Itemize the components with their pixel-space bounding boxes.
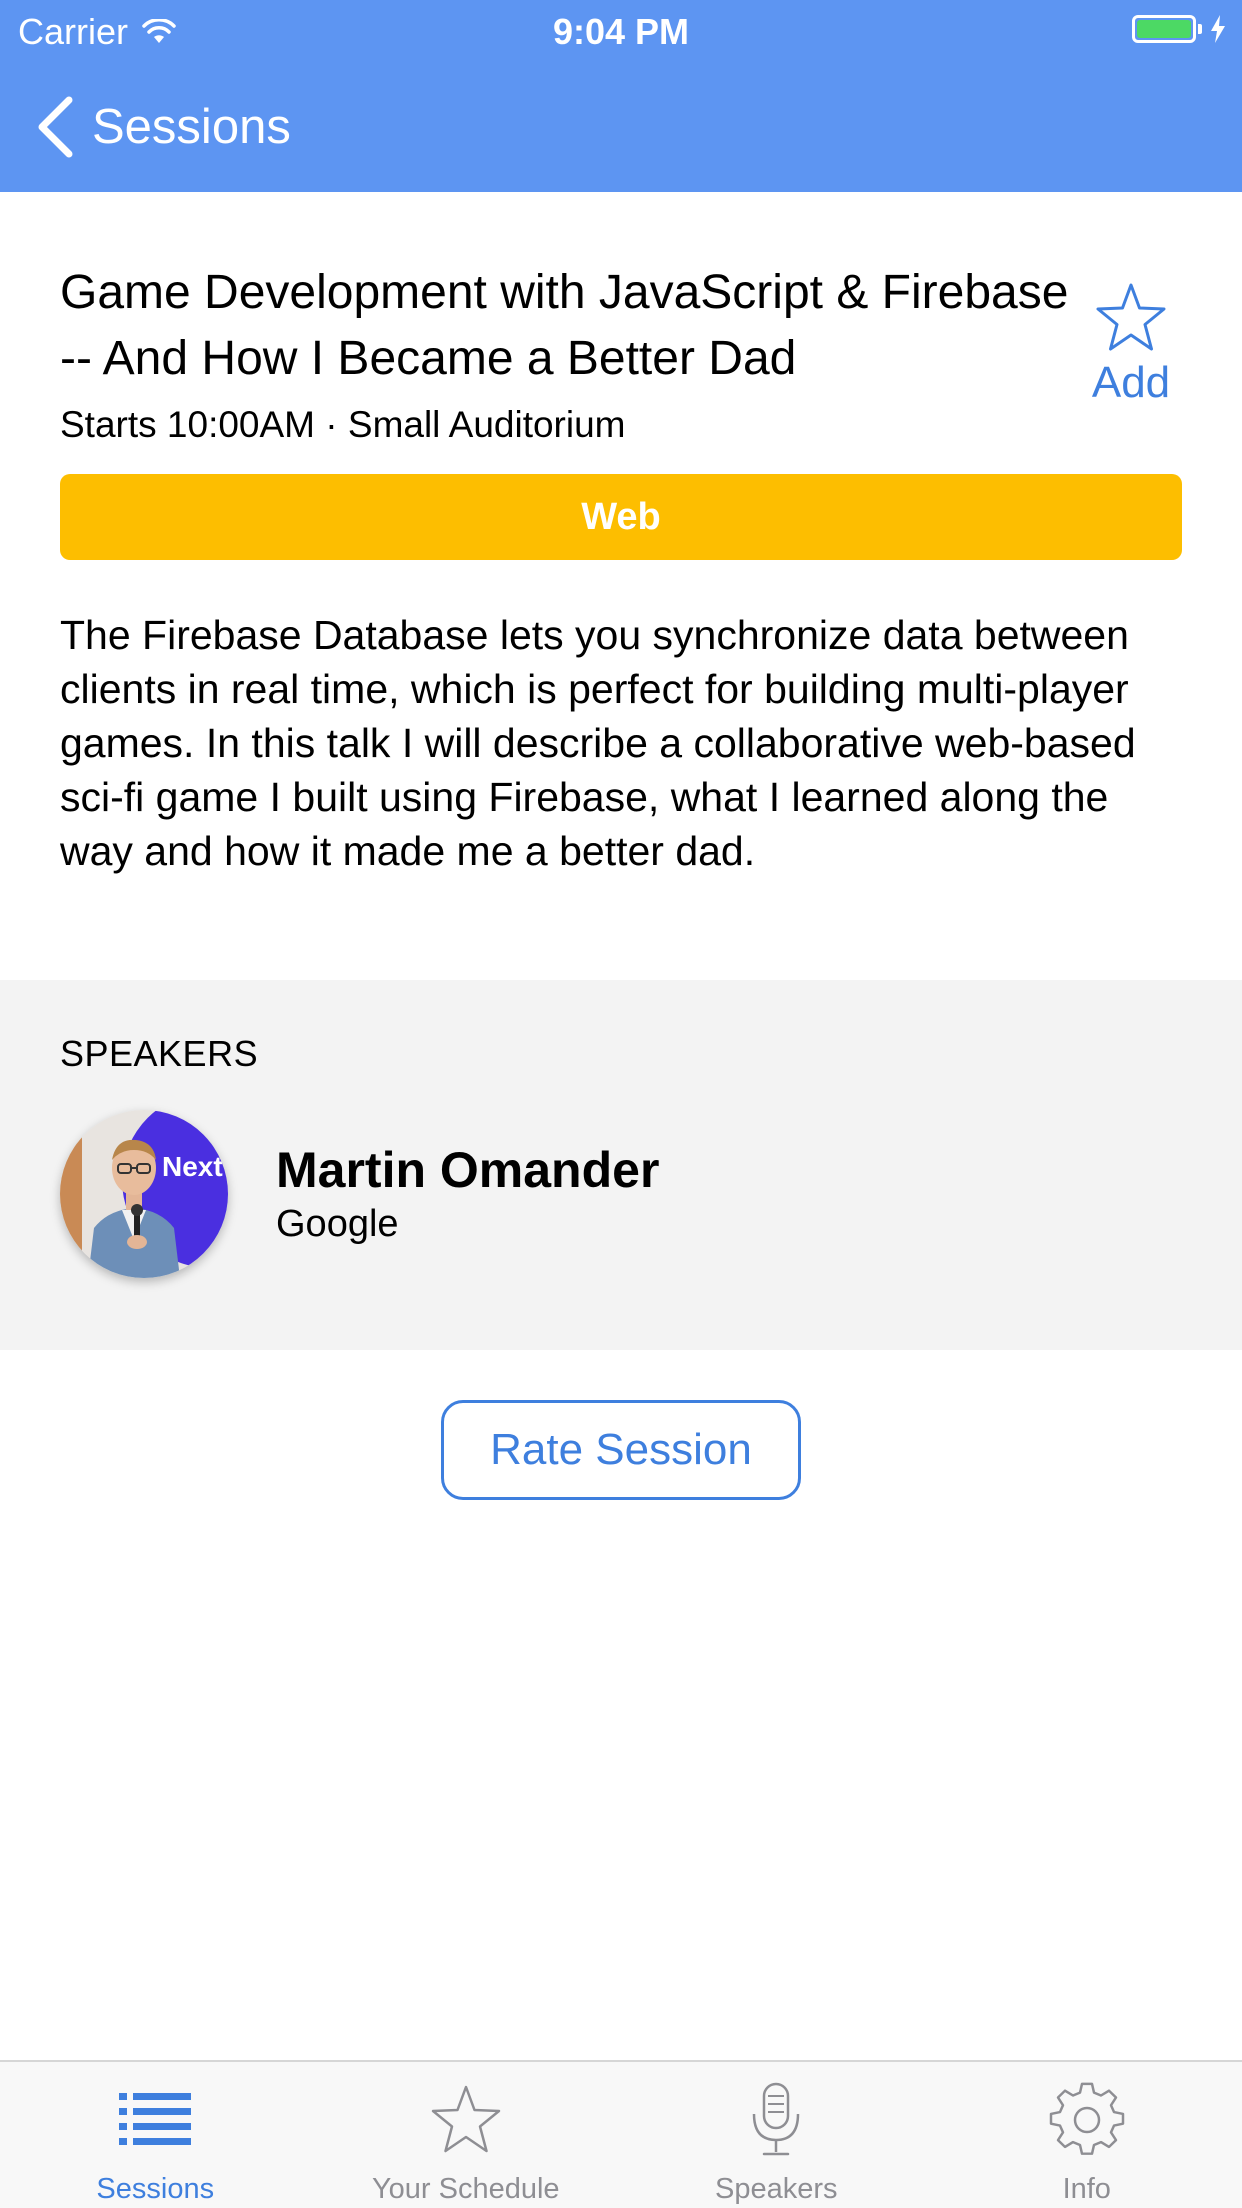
- tab-info[interactable]: Info: [932, 2062, 1242, 2208]
- gear-icon: [1049, 2082, 1124, 2155]
- charging-bolt-icon: [1211, 15, 1225, 43]
- star-outline-icon: [431, 2085, 500, 2153]
- session-title: Game Development with JavaScript & Fireb…: [60, 266, 1069, 385]
- add-label: Add: [1091, 358, 1171, 407]
- tab-speakers[interactable]: Speakers: [621, 2062, 932, 2208]
- list-icon: [119, 2093, 192, 2145]
- tab-sessions-label: Sessions: [96, 2173, 215, 2205]
- track-tag: Web: [60, 474, 1182, 560]
- speaker-photo: Next: [60, 1110, 228, 1278]
- status-time: 9:04 PM: [552, 11, 690, 52]
- track-label: Web: [581, 495, 661, 538]
- add-to-schedule-button[interactable]: Add: [1076, 282, 1186, 408]
- battery-level: [1137, 20, 1191, 38]
- speaker-row[interactable]: Next Martin Omander Google: [60, 1110, 659, 1278]
- speaker-company: Google: [276, 1203, 399, 1245]
- session-time-location: Starts 10:00AM · Small Auditorium: [60, 404, 626, 445]
- tab-sessions[interactable]: Sessions: [0, 2062, 311, 2208]
- navigation-header: Carrier 9:04 PM Sessions: [0, 0, 1242, 192]
- speakers-section: SPEAKERS Next Martin Omander Google: [0, 980, 1242, 1350]
- back-button[interactable]: Sessions: [36, 92, 291, 162]
- tab-your-schedule[interactable]: Your Schedule: [311, 2062, 622, 2208]
- battery-tip: [1198, 24, 1202, 34]
- speaker-name: Martin Omander: [276, 1142, 660, 1198]
- tab-your-schedule-label: Your Schedule: [371, 2173, 560, 2205]
- tab-speakers-label: Speakers: [714, 2173, 838, 2205]
- battery-body: [1132, 15, 1196, 43]
- battery-icon: [1132, 14, 1228, 44]
- avatar: Next: [60, 1110, 228, 1278]
- avatar-badge-text: Next: [162, 1151, 223, 1182]
- session-description: The Firebase Database lets you synchroni…: [60, 612, 1136, 874]
- rate-session-button[interactable]: Rate Session: [441, 1400, 801, 1500]
- speaker-info: Martin Omander Google: [276, 1140, 659, 1248]
- tab-info-label: Info: [1062, 2173, 1111, 2205]
- microphone-icon: [753, 2082, 800, 2156]
- tab-bar: Sessions Your Schedule Speakers Info: [0, 2060, 1242, 2208]
- chevron-left-icon: [38, 96, 73, 158]
- back-button-label: Sessions: [92, 100, 291, 154]
- star-outline-icon: [1096, 283, 1166, 351]
- speakers-heading: SPEAKERS: [60, 1033, 259, 1074]
